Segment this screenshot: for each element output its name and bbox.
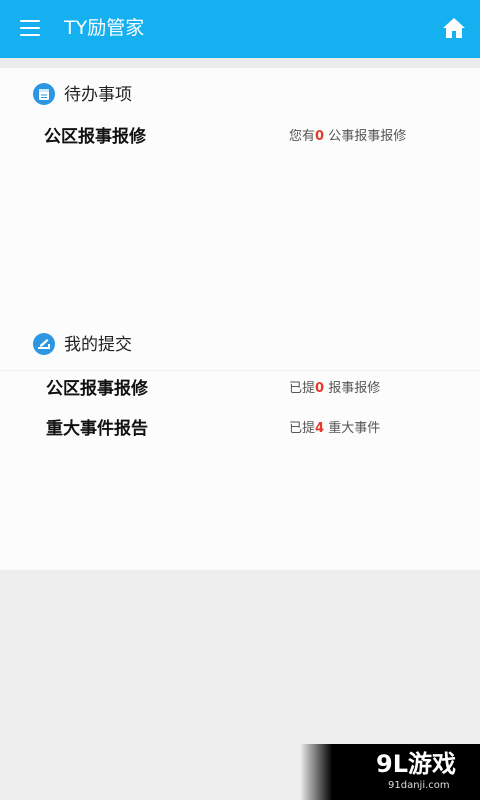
calendar-icon bbox=[33, 83, 55, 105]
submit-section-title: 我的提交 bbox=[64, 335, 132, 355]
submit-item-public-repair[interactable]: 公区报事报修 已提0 报事报修 bbox=[0, 370, 480, 410]
todo-panel: 待办事项 公区报事报修 您有0 公事报事报修 bbox=[0, 68, 480, 320]
submit-item-label: 公区报事报修 bbox=[46, 379, 148, 399]
todo-count: 0 bbox=[315, 129, 325, 144]
submit-item-major-event[interactable]: 重大事件报告 已提4 重大事件 bbox=[0, 410, 480, 450]
top-divider bbox=[0, 58, 480, 68]
submit-section-header: 我的提交 bbox=[0, 324, 480, 371]
todo-item-public-repair[interactable]: 公区报事报修 您有0 公事报事报修 bbox=[0, 118, 480, 158]
submit-item-info: 已提0 报事报修 bbox=[289, 381, 381, 396]
app-title: TY励管家 bbox=[64, 17, 145, 39]
todo-item-info: 您有0 公事报事报修 bbox=[289, 129, 407, 144]
todo-section-header: 待办事项 bbox=[0, 74, 480, 120]
app-bar: TY励管家 bbox=[0, 0, 480, 58]
submit-count-major: 4 bbox=[315, 421, 325, 436]
hamburger-menu-icon[interactable] bbox=[20, 20, 40, 36]
submit-icon bbox=[33, 333, 55, 355]
submit-item-label: 重大事件报告 bbox=[46, 419, 148, 439]
submit-item-info: 已提4 重大事件 bbox=[289, 421, 381, 436]
submit-count-repair: 0 bbox=[315, 381, 325, 396]
home-icon[interactable] bbox=[442, 17, 466, 39]
watermark-logo: 9L游戏 91danji.com bbox=[300, 744, 480, 800]
watermark-text: 9L游戏 bbox=[376, 750, 456, 778]
watermark-url: 91danji.com bbox=[388, 780, 450, 791]
todo-section-title: 待办事项 bbox=[64, 85, 132, 105]
todo-item-label: 公区报事报修 bbox=[44, 127, 146, 147]
submit-panel: 我的提交 公区报事报修 已提0 报事报修 重大事件报告 已提4 重大事件 bbox=[0, 320, 480, 570]
